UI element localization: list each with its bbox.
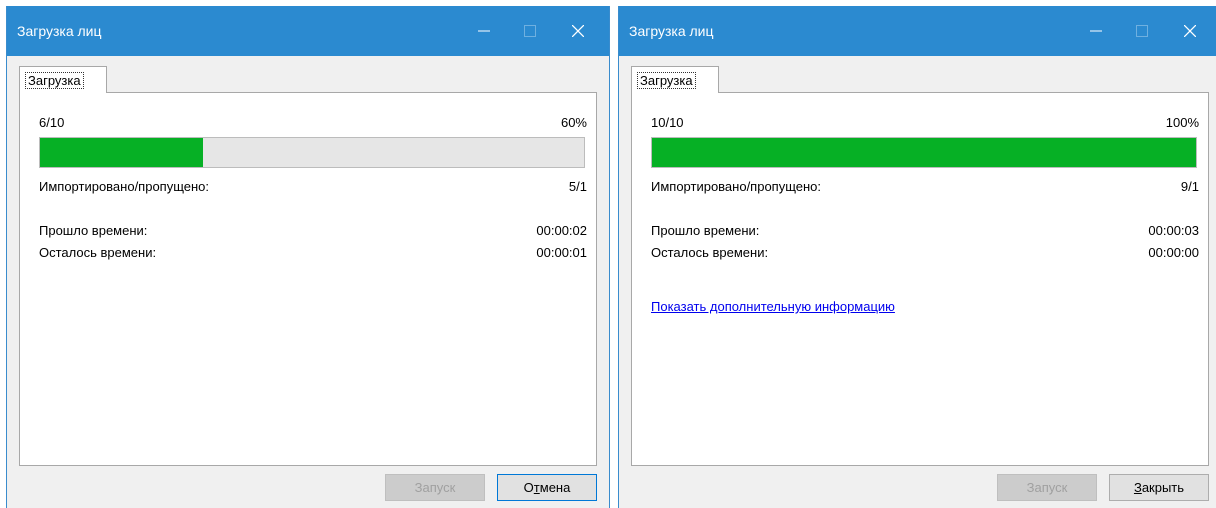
progress-bar-fill <box>40 138 204 167</box>
progress-bar <box>39 137 585 168</box>
cancel-button-label-pre: О <box>523 480 534 495</box>
minimize-icon <box>1090 30 1102 32</box>
cancel-button-label-post: мена <box>539 480 571 495</box>
import-dialog-window-in-progress: Загрузка лиц Загрузка 6/10 60% Импортиро… <box>6 6 610 508</box>
progress-percent: 100% <box>1165 115 1199 130</box>
close-button[interactable] <box>557 6 599 56</box>
cancel-button[interactable]: Отмена <box>497 474 597 501</box>
imported-skipped-value: 9/1 <box>1180 179 1199 194</box>
minimize-button[interactable] <box>1075 6 1117 56</box>
elapsed-time-value: 00:00:03 <box>1148 223 1199 238</box>
tab-upload[interactable]: Загрузка <box>19 66 107 93</box>
remaining-time-value: 00:00:01 <box>536 245 587 260</box>
maximize-icon <box>1136 25 1148 37</box>
remaining-time-value: 00:00:00 <box>1148 245 1199 260</box>
window-title: Загрузка лиц <box>17 23 102 39</box>
import-dialog-window-complete: Загрузка лиц Загрузка 10/10 100% Импорти… <box>618 6 1216 508</box>
title-bar[interactable]: Загрузка лиц <box>7 6 609 56</box>
progress-count: 6/10 <box>39 115 65 130</box>
elapsed-time-label: Прошло времени: <box>39 223 148 238</box>
close-button-label-accel: З <box>1133 480 1142 495</box>
tab-upload-label: Загрузка <box>25 72 84 89</box>
close-button-label-post: акрыть <box>1141 480 1185 495</box>
progress-bar <box>651 137 1197 168</box>
maximize-button[interactable] <box>1121 6 1163 56</box>
tab-panel-upload: 6/10 60% Импортировано/пропущено: 5/1 Пр… <box>19 92 597 466</box>
elapsed-time-label: Прошло времени: <box>651 223 760 238</box>
remaining-time-label: Осталось времени: <box>651 245 769 260</box>
progress-count: 10/10 <box>651 115 684 130</box>
tab-panel-upload: 10/10 100% Импортировано/пропущено: 9/1 … <box>631 92 1209 466</box>
progress-bar-fill <box>652 138 1196 167</box>
remaining-time-label: Осталось времени: <box>39 245 157 260</box>
tab-upload[interactable]: Загрузка <box>631 66 719 93</box>
show-more-info-link[interactable]: Показать дополнительную информацию <box>651 299 895 314</box>
maximize-button[interactable] <box>509 6 551 56</box>
tab-upload-label: Загрузка <box>637 72 696 89</box>
imported-skipped-label: Импортировано/пропущено: <box>39 179 210 194</box>
close-icon <box>1184 25 1196 37</box>
imported-skipped-label: Импортировано/пропущено: <box>651 179 822 194</box>
window-title: Загрузка лиц <box>629 23 714 39</box>
title-bar[interactable]: Загрузка лиц <box>619 6 1216 56</box>
close-dialog-button[interactable]: Закрыть <box>1109 474 1209 501</box>
start-button[interactable]: Запуск <box>997 474 1097 501</box>
imported-skipped-value: 5/1 <box>568 179 587 194</box>
close-button[interactable] <box>1169 6 1211 56</box>
progress-percent: 60% <box>560 115 587 130</box>
minimize-button[interactable] <box>463 6 505 56</box>
elapsed-time-value: 00:00:02 <box>536 223 587 238</box>
start-button[interactable]: Запуск <box>385 474 485 501</box>
maximize-icon <box>524 25 536 37</box>
minimize-icon <box>478 30 490 32</box>
close-icon <box>572 25 584 37</box>
